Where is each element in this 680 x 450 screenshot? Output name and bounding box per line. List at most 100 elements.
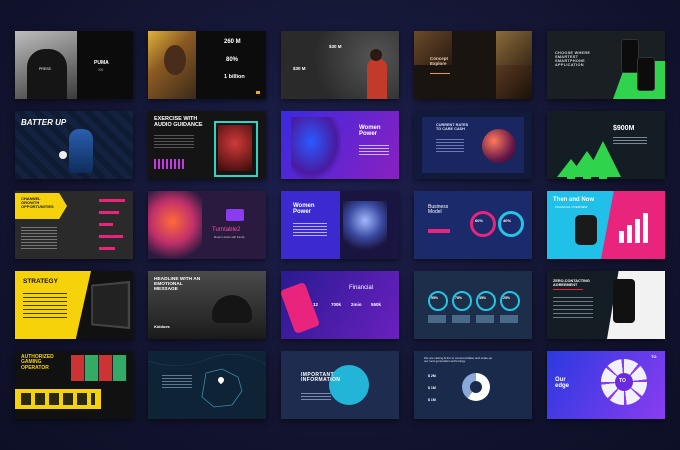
stat-3: 1 billion bbox=[224, 74, 245, 80]
magenta-panel bbox=[601, 191, 665, 259]
slide-title: EXERCISE WITH AUDIO GUIDANCE bbox=[154, 116, 203, 128]
slide-2-1[interactable]: BATTER UP bbox=[15, 111, 133, 179]
headphones-person bbox=[148, 191, 202, 259]
slide-title: AUTHORIZED GAMING OPERATOR bbox=[21, 354, 54, 371]
slide-title: CHANNEL GROWTH OPPORTUNITIES bbox=[21, 196, 54, 210]
slide-5-2[interactable] bbox=[148, 351, 266, 419]
ring-4-value: 25% bbox=[503, 296, 511, 300]
phone-mockup bbox=[281, 281, 321, 335]
text-lines bbox=[21, 227, 57, 251]
slide-5-1[interactable]: AUTHORIZED GAMING OPERATOR bbox=[15, 351, 133, 419]
ball bbox=[59, 151, 67, 159]
magenta-strip bbox=[428, 229, 450, 233]
restaurant-photo-c bbox=[496, 65, 532, 99]
girl-figure bbox=[367, 59, 387, 99]
slide-title: Turntable2 bbox=[212, 227, 241, 233]
cyan-circle bbox=[329, 365, 369, 405]
ring-1 bbox=[428, 291, 448, 311]
slide-5-4[interactable]: We are raising $ 3m to commercialise and… bbox=[414, 351, 532, 419]
slide-title: Then and Now bbox=[553, 197, 594, 203]
ring-3-value: 35% bbox=[479, 296, 487, 300]
slide-4-2[interactable]: HEADLINE WITH AN EMOTIONAL MESSAGE Kiddo… bbox=[148, 271, 266, 339]
chart-bar-3 bbox=[635, 219, 640, 243]
slide-title: HEADLINE WITH AN EMOTIONAL MESSAGE bbox=[154, 277, 201, 293]
bar-2 bbox=[99, 211, 119, 214]
photo-strip bbox=[71, 355, 127, 381]
caption-lines bbox=[428, 315, 518, 323]
slide-title: Women Power bbox=[359, 125, 381, 138]
stat-1: 12 bbox=[313, 302, 319, 307]
slide-4-4[interactable]: 55% 75% 35% 25% bbox=[414, 271, 532, 339]
restaurant-photo-b bbox=[496, 31, 532, 65]
slide-5-3[interactable]: IMPORTANT INFORMATION bbox=[281, 351, 399, 419]
slide-4-3[interactable]: Financial 12 700k 2mio 550k bbox=[281, 271, 399, 339]
ring-2-value: 40% bbox=[503, 218, 512, 223]
slide-1-4[interactable]: Concept Explore bbox=[414, 31, 532, 99]
ring-1-value: 55% bbox=[431, 296, 439, 300]
stat-4: 550k bbox=[371, 302, 382, 307]
base-lines bbox=[21, 393, 95, 405]
slide-title: ZERO-CONTACTING AGREEMENT bbox=[553, 279, 590, 287]
caption-lines bbox=[436, 139, 464, 153]
stat-1: $ 2M bbox=[428, 374, 436, 378]
ring-1-value: 60% bbox=[475, 218, 484, 223]
stat-2: $30 M bbox=[329, 44, 342, 49]
chart-bar-1 bbox=[619, 231, 624, 243]
slide-1-3[interactable]: $30 M $30 M bbox=[281, 31, 399, 99]
bar-viz bbox=[154, 159, 184, 169]
brand-label: Kiddoes bbox=[154, 324, 170, 329]
slide-1-5[interactable]: CHOOSE WHERE SMARTEST SMARTPHONE APPLICA… bbox=[547, 31, 665, 99]
brand-label: PUMA bbox=[94, 60, 109, 66]
stat-1: 260 M bbox=[224, 39, 241, 45]
slide-2-4[interactable]: CURRENT RATES TO CARE CASH bbox=[414, 111, 532, 179]
ring-2-value: 75% bbox=[455, 296, 463, 300]
slide-3-4[interactable]: Business Model 60% 40% bbox=[414, 191, 532, 259]
slide-subtitle: Music is better with friends bbox=[214, 236, 245, 239]
slide-3-3[interactable]: Women Power bbox=[281, 191, 399, 259]
phone-2 bbox=[637, 57, 655, 91]
wheel-logo: TO bbox=[619, 378, 626, 384]
text-lines bbox=[553, 297, 593, 321]
slide-title: Financial bbox=[349, 285, 374, 291]
tablet-device bbox=[91, 280, 131, 330]
turntable-icon bbox=[226, 209, 244, 221]
slide-3-2[interactable]: Turntable2 Music is better with friends bbox=[148, 191, 266, 259]
slide-4-5[interactable]: ZERO-CONTACTING AGREEMENT bbox=[547, 271, 665, 339]
player-figure bbox=[69, 129, 93, 173]
slide-2-3[interactable]: Women Power bbox=[281, 111, 399, 179]
slide-title: IMPORTANT INFORMATION bbox=[301, 372, 341, 384]
slide-4-1[interactable]: STRATEGY bbox=[15, 271, 133, 339]
ring-2 bbox=[452, 291, 472, 311]
slide-title: Our edge bbox=[555, 377, 570, 390]
stat-2: 80% bbox=[226, 57, 239, 63]
slide-3-1[interactable]: CHANNEL GROWTH OPPORTUNITIES bbox=[15, 191, 133, 259]
slide-title: Women Power bbox=[293, 203, 315, 216]
stat-1: $30 M bbox=[293, 66, 306, 71]
slide-title: Business Model bbox=[428, 204, 449, 216]
slide-2-5[interactable]: $900M bbox=[547, 111, 665, 179]
slide-3-5[interactable]: Then and Now FINANCIAL OVERVIEW bbox=[547, 191, 665, 259]
caption-lines bbox=[359, 145, 389, 155]
donut-hole bbox=[470, 381, 482, 393]
bar-4 bbox=[99, 235, 123, 238]
slide-1-2[interactable]: 260 M 80% 1 billion bbox=[148, 31, 266, 99]
stat-3: 2mio bbox=[351, 302, 362, 307]
bar-1 bbox=[99, 199, 125, 202]
text-lines bbox=[154, 135, 194, 149]
corner-logo: TO bbox=[651, 354, 657, 359]
stat-2: $ 1M bbox=[428, 386, 436, 390]
stat-2: 700k bbox=[331, 302, 342, 307]
slide-title: BATTER UP bbox=[21, 118, 67, 127]
ring-3 bbox=[476, 291, 496, 311]
slide-grid: PRESS PUMA 000 260 M 80% 1 billion $30 M… bbox=[0, 0, 680, 450]
planet bbox=[482, 129, 516, 163]
brand-stats: 000 bbox=[98, 68, 104, 72]
slide-2-2[interactable]: EXERCISE WITH AUDIO GUIDANCE bbox=[148, 111, 266, 179]
ring-4 bbox=[500, 291, 520, 311]
slide-1-1[interactable]: PRESS PUMA 000 bbox=[15, 31, 133, 99]
ring-1 bbox=[470, 211, 496, 237]
woman-portrait bbox=[291, 117, 341, 179]
green-arrows bbox=[557, 141, 621, 179]
phone-device bbox=[613, 279, 635, 323]
slide-5-5[interactable]: Our edge TO TO bbox=[547, 351, 665, 419]
